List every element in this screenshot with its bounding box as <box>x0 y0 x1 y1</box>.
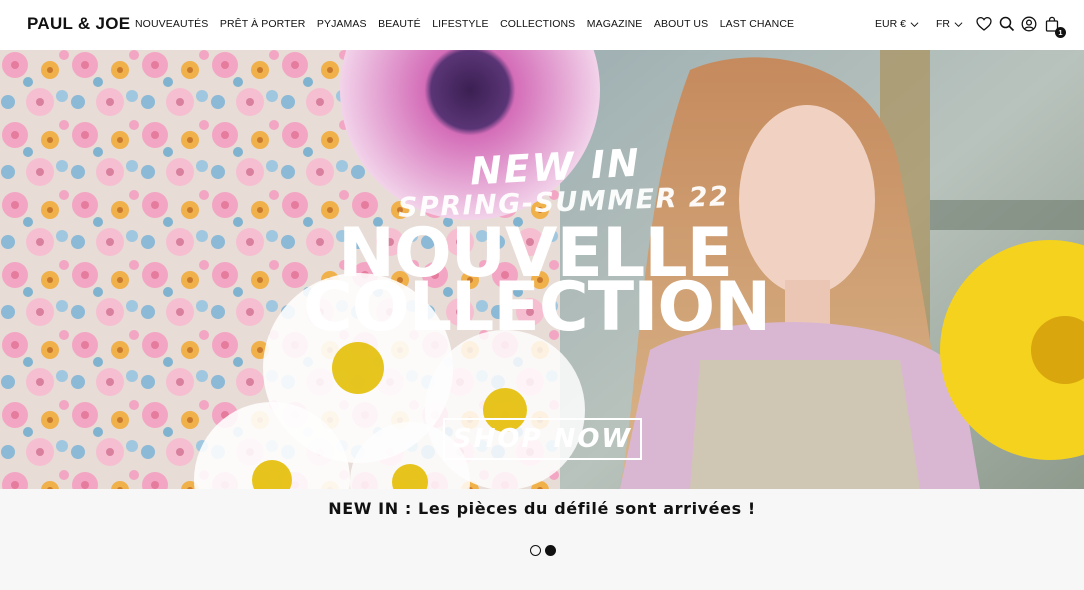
chevron-down-icon <box>910 21 919 27</box>
site-header: PAUL & JOE NOUVEAUTÉS PRÊT À PORTER PYJA… <box>0 0 1084 50</box>
nav-item-beaute[interactable]: BEAUTÉ <box>378 18 421 30</box>
nav-item-pret-a-porter[interactable]: PRÊT À PORTER <box>220 18 306 30</box>
cart-count-badge: 1 <box>1055 27 1066 38</box>
hero-headline-line2: COLLECTION <box>303 268 771 347</box>
hero-overlay: NEW IN SPRING-SUMMER 22 NOUVELLE COLLECT… <box>0 50 1084 489</box>
nav-item-about-us[interactable]: ABOUT US <box>654 18 708 30</box>
search-icon[interactable] <box>999 16 1015 32</box>
account-icon[interactable] <box>1021 16 1037 32</box>
slide-caption[interactable]: NEW IN : Les pièces du défilé sont arriv… <box>0 499 1084 518</box>
chevron-down-icon <box>954 21 963 27</box>
nav-item-lifestyle[interactable]: LIFESTYLE <box>432 18 488 30</box>
carousel-dot-1[interactable] <box>530 545 541 556</box>
nav-item-collections[interactable]: COLLECTIONS <box>500 18 575 30</box>
hero-banner[interactable]: NEW IN SPRING-SUMMER 22 NOUVELLE COLLECT… <box>0 50 1084 489</box>
carousel-dot-2[interactable] <box>545 545 556 556</box>
main-nav: NOUVEAUTÉS PRÊT À PORTER PYJAMAS BEAUTÉ … <box>135 18 806 30</box>
nav-item-nouveautes[interactable]: NOUVEAUTÉS <box>135 18 208 30</box>
nav-item-magazine[interactable]: MAGAZINE <box>587 18 643 30</box>
cart-button[interactable]: 1 <box>1044 16 1066 38</box>
nav-item-last-chance[interactable]: LAST CHANCE <box>720 18 794 30</box>
brand-logo[interactable]: PAUL & JOE <box>27 14 130 34</box>
carousel-pagination <box>530 545 556 556</box>
currency-label: EUR € <box>875 18 906 30</box>
language-label: FR <box>936 18 950 30</box>
heart-icon[interactable] <box>976 16 992 32</box>
shop-now-button[interactable]: SHOP NOW <box>443 418 642 460</box>
currency-selector[interactable]: EUR € <box>875 18 919 30</box>
nav-item-pyjamas[interactable]: PYJAMAS <box>317 18 367 30</box>
language-selector[interactable]: FR <box>936 18 963 30</box>
